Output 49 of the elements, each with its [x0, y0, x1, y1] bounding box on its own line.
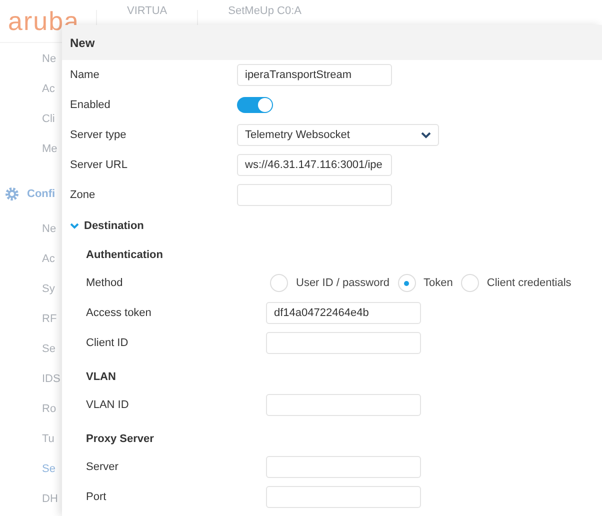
gear-icon: [5, 187, 19, 201]
header-item: VIRTUA: [127, 5, 168, 17]
chevron-down-icon: [421, 132, 431, 138]
field-label: Server: [86, 461, 120, 473]
sidebar-item[interactable]: Se: [0, 454, 62, 484]
field-label: Client ID: [86, 337, 130, 349]
sidebar-section[interactable]: Confi: [0, 164, 62, 214]
sidebar-item[interactable]: Cli: [0, 104, 62, 134]
field-label: VLAN ID: [86, 399, 130, 411]
text-field[interactable]: [266, 332, 421, 354]
sidebar-item[interactable]: Ne: [0, 214, 62, 244]
sidebar-item[interactable]: Sy: [0, 274, 62, 304]
sidebar-item[interactable]: Ac: [0, 244, 62, 274]
field-label: Access token: [86, 307, 152, 319]
field-label: Server URL: [70, 159, 128, 171]
text-field[interactable]: [266, 486, 421, 508]
sidebar-item[interactable]: DH: [0, 484, 62, 514]
chevron-down-icon: [70, 223, 79, 229]
radio-option[interactable]: User ID / password: [270, 274, 390, 292]
field-label: Port: [86, 491, 108, 503]
destination-toggle[interactable]: Destination: [70, 210, 602, 242]
field-label: Zone: [70, 189, 96, 201]
field-label: Server type: [70, 129, 128, 141]
text-field[interactable]: df14a04722464e4b: [266, 302, 421, 324]
header-item: SetMeUp C0:A: [228, 5, 302, 17]
sidebar-item[interactable]: Me: [0, 134, 62, 164]
group-title: Authentication: [85, 248, 164, 263]
toggle-switch[interactable]: [237, 97, 273, 113]
sidebar-item[interactable]: IDS: [0, 364, 62, 394]
sidebar-item[interactable]: Ac: [0, 74, 62, 104]
radio-option[interactable]: Client credentials: [460, 274, 572, 292]
text-field[interactable]: ws://46.31.147.116:3001/ipe: [237, 154, 392, 176]
field-label: Name: [70, 69, 100, 81]
sidebar-item[interactable]: RF: [0, 304, 62, 334]
dialog-title: New: [62, 25, 602, 60]
sidebar-item[interactable]: Ro: [0, 394, 62, 424]
text-field[interactable]: [266, 394, 421, 416]
sidebar-item[interactable]: Se: [0, 334, 62, 364]
group-title: Proxy Server: [85, 432, 155, 447]
text-field[interactable]: iperaTransportStream: [237, 64, 392, 86]
sidebar-item[interactable]: Tu: [0, 424, 62, 454]
radio-option[interactable]: Token: [398, 274, 453, 292]
text-field[interactable]: [237, 184, 392, 206]
text-field[interactable]: [266, 456, 421, 478]
sidebar-item[interactable]: Ne: [0, 44, 62, 74]
field-label: Method: [86, 277, 124, 289]
select-field[interactable]: Telemetry Websocket: [237, 124, 439, 146]
field-label: Enabled: [70, 99, 112, 111]
group-title: VLAN: [85, 370, 117, 385]
